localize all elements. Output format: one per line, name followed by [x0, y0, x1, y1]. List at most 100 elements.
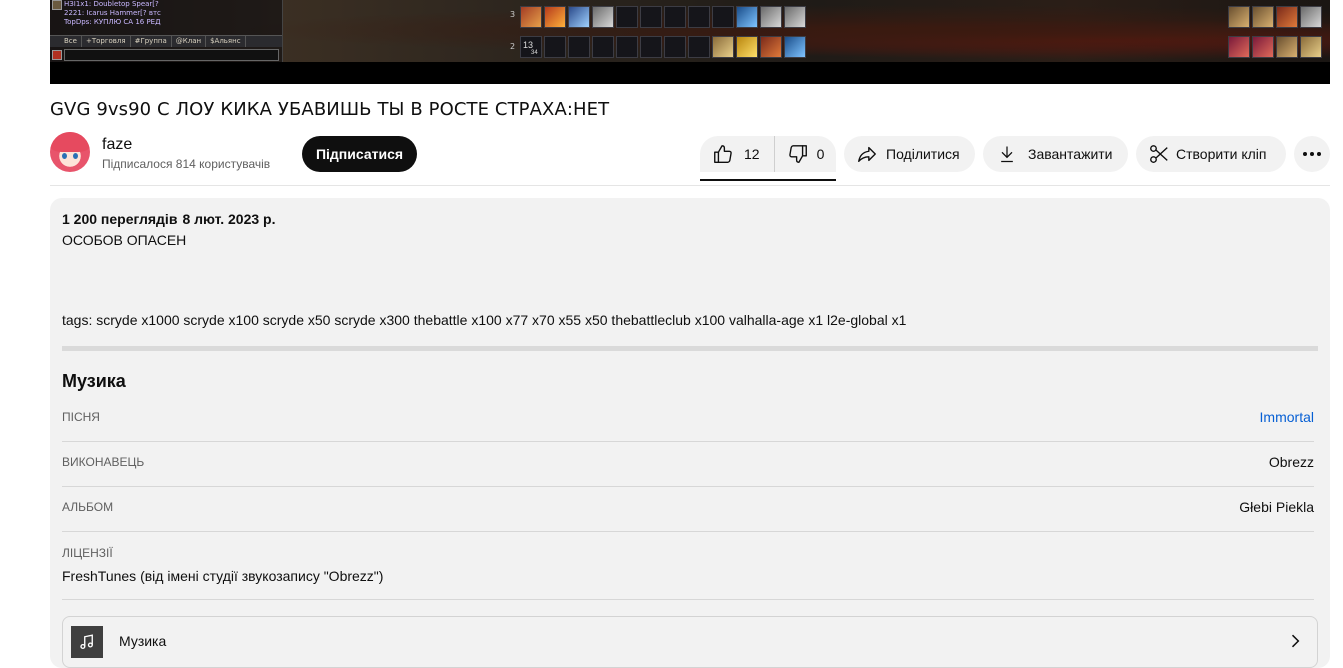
- chat-tab: +Торговля: [82, 36, 131, 47]
- share-icon: [858, 146, 876, 163]
- license-label: Ліцензії: [62, 546, 113, 560]
- share-label: Поділитися: [886, 146, 960, 162]
- skill-slot: [1300, 6, 1322, 28]
- music-card-title: Музика: [119, 633, 167, 649]
- song-link[interactable]: Immortal: [1260, 409, 1314, 425]
- dislike-count: 0: [816, 146, 825, 162]
- dislike-button[interactable]: 0: [775, 136, 825, 172]
- skill-slot: [640, 36, 662, 58]
- skill-slot: [568, 36, 590, 58]
- skill-slot: [616, 6, 638, 28]
- skill-slot: [736, 6, 758, 28]
- skill-slot: [520, 6, 542, 28]
- music-row-album: Альбом Głebi Piekla: [62, 486, 1314, 532]
- skill-slot: [664, 6, 686, 28]
- avatar-eye: [62, 153, 67, 159]
- thumbs-down-icon: [788, 145, 807, 163]
- chat-mode-icon: [52, 50, 62, 60]
- skill-slot: [1276, 6, 1298, 28]
- description-tags: tags: scryde x1000 scryde x100 scryde x5…: [62, 312, 907, 328]
- music-note-icon: [71, 626, 103, 658]
- divider: [50, 185, 1330, 186]
- skill-slot: [664, 36, 686, 58]
- skill-slot: [760, 6, 782, 28]
- hotbar-bottom-index: 2: [510, 42, 516, 51]
- hotbar-bottom: 13 34: [520, 36, 806, 58]
- skill-slot: [688, 6, 710, 28]
- slot-count: 13: [523, 40, 534, 50]
- chat-tab: $Альянс: [206, 36, 246, 47]
- channel-avatar[interactable]: [50, 132, 90, 172]
- skill-slot: [1300, 36, 1322, 58]
- skill-slot: [1276, 36, 1298, 58]
- music-heading: Музика: [62, 371, 126, 391]
- like-button[interactable]: 12: [700, 136, 775, 172]
- view-info: 1 200 переглядів 8 лют. 2023 р.: [62, 211, 281, 227]
- music-row-artist: Виконавець Obrezz: [62, 441, 1314, 487]
- hotbar-top-index: 3: [510, 10, 516, 19]
- license-value: FreshTunes (від імені студії звукозапису…: [62, 568, 384, 584]
- chevron-right-icon: [1291, 634, 1300, 648]
- artist-value: Obrezz: [1268, 454, 1314, 470]
- like-count: 12: [744, 146, 760, 162]
- view-count: 1 200 переглядів: [62, 211, 178, 227]
- skill-slot: [736, 36, 758, 58]
- game-chat-box: НЗI1x1: Doubletop Spear[? 2221: Icarus H…: [50, 0, 283, 62]
- skill-slot: [1228, 6, 1250, 28]
- skill-slot: [784, 6, 806, 28]
- album-label: Альбом: [62, 500, 114, 514]
- skill-slot: [568, 6, 590, 28]
- subscriber-count: Підписалося 814 користувачів: [102, 157, 271, 171]
- avatar-eye: [73, 153, 78, 159]
- more-horizontal-icon: [1303, 152, 1321, 156]
- chat-line: 2221: Icarus Hammer[? втс: [64, 9, 161, 17]
- skill-slot: 13 34: [520, 36, 542, 58]
- music-row-license: Ліцензії FreshTunes (від імені студії зв…: [62, 531, 1314, 600]
- skill-slot: [688, 36, 710, 58]
- download-button[interactable]: Завантажити: [983, 136, 1128, 172]
- section-separator: [62, 346, 1318, 351]
- like-underline: [700, 179, 836, 181]
- skill-slot: [592, 36, 614, 58]
- skill-slot: [592, 6, 614, 28]
- description-text: ОСОБОВ ОПАСЕН: [62, 232, 187, 248]
- chat-tabs: Все +Торговля #Группа @Клан $Альянс: [50, 35, 282, 47]
- skill-slot: [1252, 36, 1274, 58]
- chat-tab: #Группа: [131, 36, 172, 47]
- chat-line: НЗI1x1: Doubletop Spear[?: [64, 0, 159, 8]
- avatar-hair: [50, 132, 90, 152]
- chat-tab: Все: [50, 36, 82, 47]
- create-clip-button[interactable]: Створити кліп: [1136, 136, 1286, 172]
- hotbar-right-top: [1228, 6, 1322, 28]
- more-actions-button[interactable]: [1294, 136, 1330, 172]
- skill-slot: [712, 6, 734, 28]
- clip-label: Створити кліп: [1176, 146, 1267, 162]
- artist-label: Виконавець: [62, 455, 145, 469]
- video-frame: НЗI1x1: Doubletop Spear[? 2221: Icarus H…: [50, 0, 1330, 62]
- slot-sub-count: 34: [531, 50, 538, 56]
- skill-slot: [544, 6, 566, 28]
- chat-scroll-icon: [52, 0, 62, 10]
- skill-slot: [616, 36, 638, 58]
- skill-slot: [544, 36, 566, 58]
- hotbar-top: [520, 6, 806, 28]
- skill-slot: [1228, 36, 1250, 58]
- skill-slot: [1252, 6, 1274, 28]
- music-row-song: Пісня Immortal: [62, 396, 1314, 442]
- skill-slot: [712, 36, 734, 58]
- music-card[interactable]: Музика: [62, 616, 1318, 668]
- upload-date: 8 лют. 2023 р.: [182, 211, 276, 227]
- chat-line: TopDps: КУПЛЮ СА 16 РЕД: [64, 18, 161, 26]
- video-player[interactable]: НЗI1x1: Doubletop Spear[? 2221: Icarus H…: [50, 0, 1330, 84]
- description-box[interactable]: 1 200 переглядів 8 лют. 2023 р. ОСОБОВ ОП…: [50, 198, 1330, 668]
- like-dislike-group: 12 0: [700, 136, 836, 172]
- chat-tab: @Клан: [172, 36, 207, 47]
- share-button[interactable]: Поділитися: [844, 136, 975, 172]
- subscribe-button[interactable]: Підписатися: [302, 136, 417, 172]
- video-title: GVG 9vs90 С ЛОУ КИКА УБАВИШЬ ТЫ В РОСТЕ …: [50, 99, 610, 120]
- channel-name[interactable]: faze: [102, 136, 132, 154]
- album-value: Głebi Piekla: [1239, 499, 1314, 515]
- hotbar-right-bottom: [1228, 36, 1322, 58]
- skill-slot: [760, 36, 782, 58]
- skill-slot: [784, 36, 806, 58]
